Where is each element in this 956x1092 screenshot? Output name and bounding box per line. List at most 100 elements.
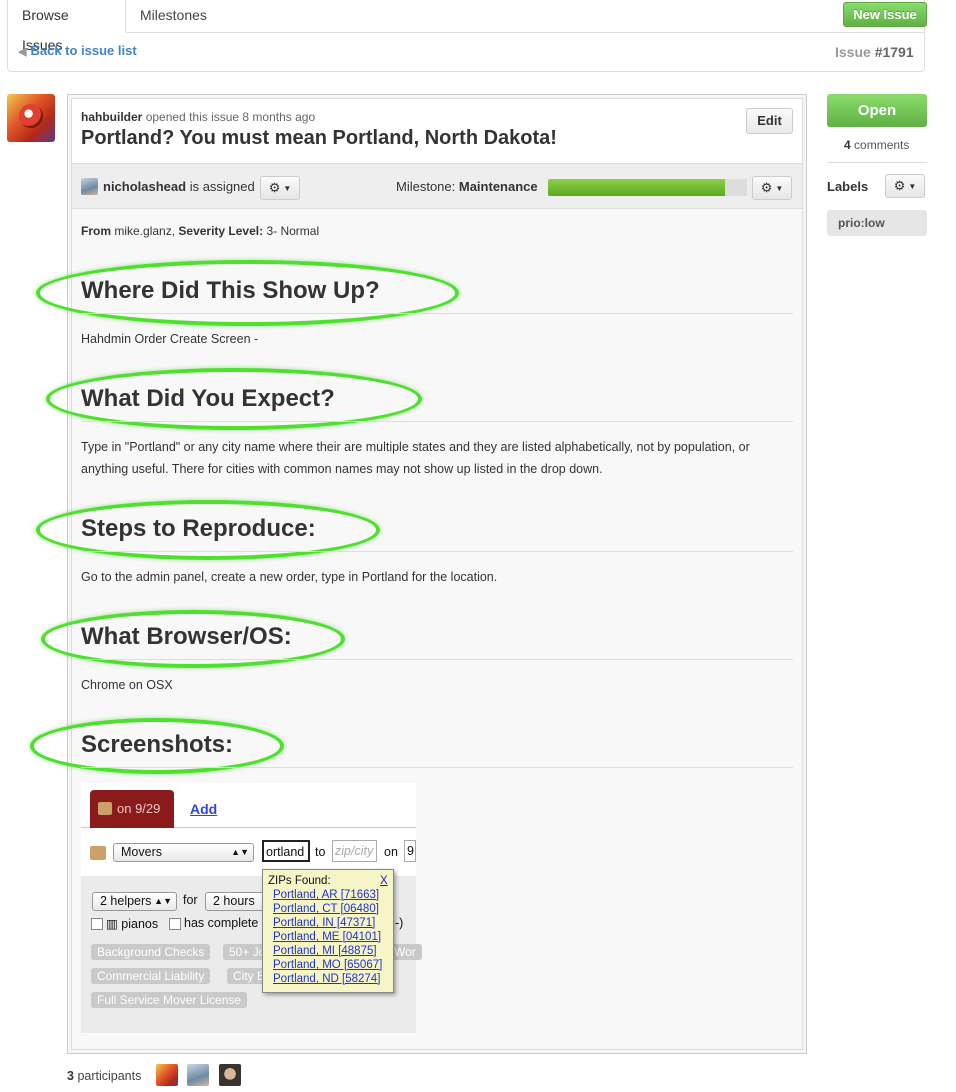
comment-count: 4 comments: [844, 138, 909, 152]
section-text: Type in "Portland" or any city name wher…: [81, 440, 750, 476]
opened-text: opened this issue 8 months ago: [145, 110, 316, 124]
section-heading: Steps to Reproduce:: [81, 515, 316, 542]
edit-button[interactable]: Edit: [746, 108, 793, 134]
milestone-info: Milestone: Maintenance: [396, 179, 538, 194]
checkbox: [169, 918, 181, 930]
zip-item: Portland, CT [06480]: [273, 903, 379, 915]
issue-label: Issue: [835, 44, 871, 60]
assigned-label: is assigned: [189, 179, 255, 194]
section-heading: What Browser/OS:: [81, 623, 292, 650]
gear-icon: ⚙: [893, 178, 906, 193]
back-link-label: Back to issue list: [30, 43, 137, 58]
section-text: Hahdmin Order Create Screen -: [81, 332, 259, 346]
zip-title: ZIPs Found:: [268, 875, 331, 887]
severity-label: Severity Level:: [178, 224, 264, 238]
milestone-label: Milestone:: [396, 179, 456, 194]
assignee-settings-button[interactable]: ⚙ ▼: [260, 176, 300, 200]
assignee-avatar[interactable]: [81, 178, 98, 195]
zip-item: Portland, MO [65067]: [273, 959, 383, 971]
tag: Background Checks: [91, 944, 211, 960]
zip-item: Portland, IN [47371]: [273, 917, 376, 929]
assignee-link[interactable]: nicholashead: [103, 179, 186, 194]
screenshot-hours-select: 2 hours: [205, 892, 267, 911]
divider: [81, 551, 793, 552]
piano-icon: ▥: [106, 917, 118, 931]
pianos-label: ▥ pianos: [106, 916, 158, 931]
participant-count: 3: [67, 1069, 74, 1083]
section-heading: Where Did This Show Up?: [81, 277, 380, 304]
screenshot-add-link: Add: [190, 801, 218, 817]
service-value: Movers: [121, 845, 162, 859]
zip-item: Portland, MI [48875]: [273, 945, 377, 957]
caret-down-icon: ▼: [908, 182, 917, 191]
close-icon: X: [380, 875, 388, 887]
issue-status-button[interactable]: Open: [827, 94, 927, 127]
checkbox: [91, 918, 103, 930]
tab-divider: [126, 32, 925, 33]
issue-number: Issue #1791: [835, 44, 914, 60]
zip-item: Portland, ND [58274]: [273, 973, 381, 985]
author-link[interactable]: hahbuilder: [81, 110, 142, 124]
labels-heading: Labels: [827, 179, 869, 194]
screenshot-to-input: zip/city: [332, 840, 377, 862]
screenshot-service-select: Movers ▲▼: [113, 843, 254, 862]
divider: [81, 421, 793, 422]
on-text: on: [384, 845, 398, 859]
box-icon: [90, 846, 106, 860]
tab-browse-issues[interactable]: Browse Issues: [8, 0, 126, 53]
from-value: mike.glanz,: [114, 224, 176, 238]
issue-meta: hahbuilder opened this issue 8 months ag…: [81, 110, 315, 124]
section-text: Chrome on OSX: [81, 678, 173, 692]
new-issue-button[interactable]: New Issue: [843, 2, 927, 27]
milestone-progress-fill: [548, 179, 726, 196]
to-text: to: [315, 845, 326, 859]
issues-nav: Browse Issues Milestones: [7, 0, 925, 72]
pianos-text: pianos: [121, 917, 159, 931]
tab-milestones[interactable]: Milestones: [126, 0, 230, 32]
back-to-issue-list-link[interactable]: ◀ Back to issue list: [18, 43, 137, 58]
divider: [81, 659, 793, 660]
section-heading: What Did You Expect?: [81, 385, 335, 412]
participants: 3 participants: [67, 1069, 141, 1083]
screenshot-helpers-select: 2 helpers ▲▼: [92, 892, 177, 911]
helpers-value: 2 helpers: [100, 894, 152, 908]
milestone-link[interactable]: Maintenance: [459, 179, 538, 194]
participants-text: participants: [77, 1069, 142, 1083]
zip-item: Portland, AR [71663]: [273, 889, 380, 901]
from-label: From: [81, 224, 111, 238]
sidebar-divider: [827, 162, 927, 163]
updown-arrow-icon: ▲▼: [154, 896, 172, 906]
comments-text: comments: [854, 138, 910, 152]
section-text: Go to the admin panel, create a new orde…: [81, 570, 498, 584]
issue-number-value: #1791: [874, 44, 914, 60]
labels-settings-button[interactable]: ⚙ ▼: [885, 174, 925, 198]
has-complete-text: has complete: [184, 916, 259, 930]
from-line: From mike.glanz, Severity Level: 3- Norm…: [81, 224, 319, 238]
zip-item: Portland, ME [04101]: [273, 931, 382, 943]
divider: [81, 767, 793, 768]
caret-down-icon: ▼: [283, 184, 292, 193]
screenshot-date-input: 9.: [404, 840, 416, 862]
assignee-text: nicholashead is assigned: [103, 179, 255, 194]
arrow-left-icon: ◀: [18, 46, 27, 58]
caret-down-icon: ▼: [775, 184, 784, 193]
avatar[interactable]: [7, 94, 55, 142]
box-icon: [98, 802, 112, 815]
gear-icon: ⚙: [268, 180, 281, 195]
avatar[interactable]: [187, 1064, 209, 1086]
tag: Full Service Mover License: [91, 992, 248, 1008]
for-text: for: [183, 893, 198, 907]
gear-icon: ⚙: [760, 180, 773, 195]
label-badge[interactable]: prio:low: [827, 210, 927, 236]
screenshot-from-input: ortland: [262, 840, 310, 862]
partial-text: -): [395, 916, 404, 930]
milestone-settings-button[interactable]: ⚙ ▼: [752, 176, 792, 200]
severity-value: 3- Normal: [266, 224, 320, 238]
updown-arrow-icon: ▲▼: [231, 847, 249, 857]
comment-count-value: 4: [844, 138, 851, 152]
divider: [81, 313, 793, 314]
avatar[interactable]: [156, 1064, 178, 1086]
section-heading: Screenshots:: [81, 731, 234, 758]
avatar[interactable]: [219, 1064, 241, 1086]
milestone-progress-bar: [548, 179, 747, 196]
